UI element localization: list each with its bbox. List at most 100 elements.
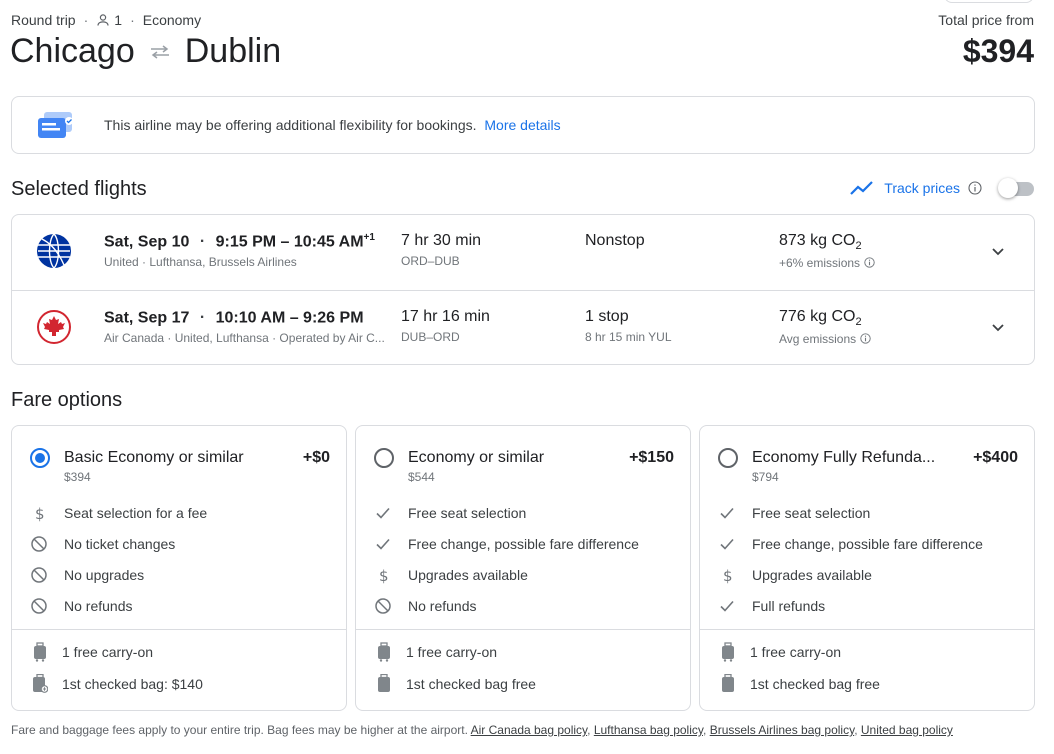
flight-airlines: Air Canada · United, Lufthansa · Operate…	[104, 331, 385, 346]
info-icon[interactable]	[860, 333, 871, 344]
fare-divider	[700, 629, 1034, 630]
fare-card-basic-economy[interactable]: Basic Economy or similar +$0 $394 $ Seat…	[11, 425, 347, 711]
day-offset: +1	[363, 232, 375, 243]
fare-feature: $ Seat selection for a fee	[30, 504, 207, 522]
fare-bag: 1st checked bag free	[720, 674, 880, 694]
fare-feature-text: No refunds	[64, 598, 133, 614]
check-icon	[720, 507, 734, 519]
fare-name-main: Economy Fully Refunda...	[752, 449, 936, 466]
block-icon	[31, 536, 47, 552]
flexibility-banner: This airline may be offering additional …	[11, 96, 1035, 154]
brussels-airlines-bag-policy-link[interactable]: Brussels Airlines bag policy	[710, 723, 855, 737]
fare-bag-text: 1 free carry-on	[62, 644, 154, 660]
fare-name-suffix: or similar	[174, 449, 244, 466]
fare-feature: No refunds	[374, 597, 476, 615]
fare-feature-text: Full refunds	[752, 598, 826, 614]
check-icon	[720, 538, 734, 550]
maple-leaf-icon	[37, 310, 71, 344]
check-icon	[376, 507, 390, 519]
co2-value: 776 kg CO	[779, 308, 856, 325]
carry-on-icon	[34, 642, 46, 662]
fare-feature: $ Upgrades available	[718, 566, 872, 584]
fare-radio[interactable]	[718, 448, 738, 468]
ticket-illustration-icon	[38, 112, 73, 138]
person-icon	[97, 14, 109, 26]
fare-price-diff: +$0	[302, 449, 330, 466]
svg-text:$: $	[35, 505, 45, 522]
passenger-count: 1	[114, 12, 123, 28]
co2-subscript: 2	[855, 240, 862, 253]
air-canada-bag-policy-link[interactable]: Air Canada bag policy	[471, 723, 588, 737]
carry-on-icon	[722, 642, 734, 662]
emissions-text: Avg emissions	[779, 332, 857, 347]
fare-feature: Free seat selection	[718, 504, 870, 522]
footer-text: Fare and baggage fees apply to your enti…	[11, 723, 468, 737]
flexibility-text: This airline may be offering additional …	[104, 117, 477, 133]
fare-name: Economy or similar	[408, 449, 544, 467]
track-prices[interactable]: Track prices	[850, 178, 1034, 198]
fare-card-economy-fully-refundable[interactable]: Economy Fully Refunda... +$400 $794 Free…	[699, 425, 1035, 711]
chevron-down-icon[interactable]	[990, 243, 1006, 259]
fare-feature: Full refunds	[718, 597, 825, 615]
fare-card-economy[interactable]: Economy or similar +$150 $544 Free seat …	[355, 425, 691, 711]
fare-bag-text: 1 free carry-on	[750, 644, 842, 660]
fare-price: $544	[408, 470, 435, 484]
fare-feature: Free change, possible fare difference	[718, 535, 983, 553]
fare-radio[interactable]	[30, 448, 50, 468]
track-prices-label[interactable]: Track prices	[884, 180, 960, 196]
info-icon[interactable]	[864, 257, 875, 268]
cabin-class: Economy	[142, 12, 202, 28]
more-details-link[interactable]: More details	[484, 117, 560, 133]
fare-feature-text: Free seat selection	[752, 505, 871, 521]
trending-icon	[850, 181, 874, 195]
flight-emissions-note: +6% emissions	[779, 256, 875, 270]
checked-bag-icon	[378, 674, 390, 692]
flight-row-return[interactable]: Sat, Sep 17 · 10:10 AM – 9:26 PM Air Can…	[12, 290, 1034, 365]
united-bag-policy-link[interactable]: United bag policy	[861, 723, 953, 737]
fare-name-main: Economy	[408, 449, 475, 466]
flight-row-outbound[interactable]: Sat, Sep 10 · 9:15 PM – 10:45 AM+1 Unite…	[12, 215, 1034, 290]
fare-price-diff: +$400	[973, 449, 1018, 466]
svg-text:$: $	[379, 567, 389, 584]
fare-bag-text: 1 free carry-on	[406, 644, 498, 660]
co2-value: 873 kg CO	[779, 232, 856, 249]
flight-co2: 776 kg CO2	[779, 308, 871, 328]
fare-feature-text: Free change, possible fare difference	[752, 536, 983, 552]
flexibility-message: This airline may be offering additional …	[104, 117, 561, 133]
lufthansa-bag-policy-link[interactable]: Lufthansa bag policy	[594, 723, 703, 737]
fare-feature-text: Upgrades available	[408, 567, 528, 583]
fare-feature: $ Upgrades available	[374, 566, 528, 584]
flight-times: 9:15 PM – 10:45 AM	[215, 233, 364, 251]
fare-name: Economy Fully Refunda...	[752, 449, 935, 467]
fare-price: $394	[64, 470, 91, 484]
check-icon	[720, 600, 734, 612]
flight-stops-detail: 8 hr 15 min YUL	[585, 330, 672, 344]
block-icon	[375, 598, 391, 614]
dollar-icon: $	[379, 567, 389, 584]
fare-feature-text: Free change, possible fare difference	[408, 536, 639, 552]
info-icon[interactable]	[968, 181, 982, 195]
fare-feature-text: Seat selection for a fee	[64, 505, 208, 521]
chevron-down-icon[interactable]	[990, 319, 1006, 335]
flight-co2: 873 kg CO2	[779, 232, 875, 252]
flight-date: Sat, Sep 10	[104, 233, 190, 251]
fare-name: Basic Economy or similar	[64, 449, 244, 467]
fare-feature-text: Upgrades available	[752, 567, 872, 583]
flight-times-col: Sat, Sep 10 · 9:15 PM – 10:45 AM+1 Unite…	[104, 232, 390, 269]
fare-radio[interactable]	[374, 448, 394, 468]
selected-flights-title: Selected flights	[11, 178, 147, 200]
fare-feature: Free change, possible fare difference	[374, 535, 639, 553]
flight-stops: 1 stop	[585, 308, 629, 325]
separator-dot: ·	[83, 12, 89, 28]
fare-feature: No refunds	[30, 597, 132, 615]
track-prices-toggle[interactable]	[998, 178, 1034, 198]
emissions-text: +6% emissions	[779, 256, 861, 271]
svg-text:$: $	[723, 567, 733, 584]
fare-bag: 1st checked bag: $140	[32, 674, 203, 694]
fare-bag: 1 free carry-on	[720, 642, 841, 662]
fare-bag-text: 1st checked bag free	[406, 676, 536, 692]
fare-feature: No ticket changes	[30, 535, 175, 553]
top-right-button-fragment[interactable]	[944, 0, 1034, 3]
trip-type: Round trip	[11, 12, 76, 28]
fare-price-diff: +$150	[629, 449, 674, 466]
